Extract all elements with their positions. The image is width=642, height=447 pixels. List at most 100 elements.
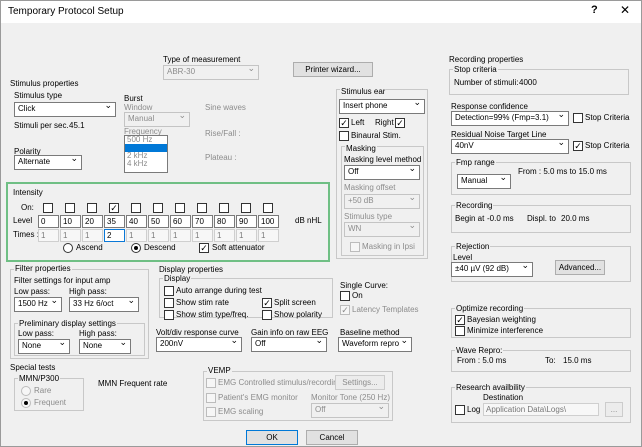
binaural-checkbox[interactable] xyxy=(339,131,349,141)
advanced-button[interactable]: Advanced... xyxy=(555,260,605,275)
emg-scaling-label: EMG scaling xyxy=(218,407,264,416)
stop-criteria-2-checkbox[interactable]: ✓ xyxy=(573,141,583,151)
display-group-label: Display properties xyxy=(159,265,224,274)
gain-info-select[interactable]: Off xyxy=(251,337,327,352)
show-stim-rate-checkbox[interactable] xyxy=(164,298,174,308)
intensity-level-field[interactable]: 90 xyxy=(236,215,257,228)
printer-wizard-button[interactable]: Printer wizard... xyxy=(293,62,373,77)
intensity-level-field[interactable]: 60 xyxy=(170,215,191,228)
intensity-times-field[interactable]: 1 xyxy=(192,229,213,242)
intensity-level-field[interactable]: 50 xyxy=(148,215,169,228)
masking-stimulus-type-select[interactable]: WN xyxy=(344,222,420,237)
show-polarity-checkbox[interactable] xyxy=(262,310,272,320)
polarity-select[interactable]: Alternate xyxy=(14,155,82,170)
destination-field[interactable]: Application Data\Logs\ xyxy=(483,403,599,416)
intensity-level-field[interactable]: 100 xyxy=(258,215,279,228)
volt-div-select[interactable]: 200nV xyxy=(156,337,242,352)
intensity-times-field[interactable]: 1 xyxy=(170,229,191,242)
recording-properties-label: Recording properties xyxy=(449,55,524,64)
vemp-off-select[interactable]: Off xyxy=(311,403,389,418)
intensity-level-field[interactable]: 20 xyxy=(82,215,103,228)
intensity-level-field[interactable]: 0 xyxy=(38,215,59,228)
ok-button[interactable]: OK xyxy=(246,430,298,445)
intensity-on-checkbox[interactable] xyxy=(219,203,229,213)
cancel-button[interactable]: Cancel xyxy=(306,430,358,445)
intensity-times-field[interactable]: 1 xyxy=(258,229,279,242)
patient-emg-checkbox[interactable] xyxy=(206,393,216,403)
right-ear-checkbox[interactable]: ✓ xyxy=(395,118,405,128)
stimulus-ear-select[interactable]: Insert phone xyxy=(339,99,425,114)
frequency-list[interactable]: 500 Hz 1 kHz 2 kHz 4 kHz xyxy=(124,135,168,173)
auto-arrange-checkbox[interactable] xyxy=(164,286,174,296)
intensity-on-checkbox[interactable] xyxy=(197,203,207,213)
latency-templates-checkbox[interactable]: ✓ xyxy=(340,305,350,315)
intensity-times-field[interactable]: 1 xyxy=(38,229,59,242)
intensity-on-checkbox[interactable] xyxy=(175,203,185,213)
intensity-on-checkbox[interactable] xyxy=(131,203,141,213)
close-icon[interactable]: ✕ xyxy=(620,3,630,17)
response-confidence-select[interactable]: Detection=99% (Fmp=3.1) xyxy=(451,111,569,126)
intensity-on-checkbox[interactable] xyxy=(153,203,163,213)
rejection-level-select[interactable]: ±40 µV (92 dB) xyxy=(451,262,533,277)
vemp-settings-button[interactable]: Settings... xyxy=(335,375,385,390)
intensity-on-checkbox[interactable]: ✓ xyxy=(109,203,119,213)
intensity-on-checkbox[interactable] xyxy=(263,203,273,213)
split-screen-checkbox[interactable]: ✓ xyxy=(262,298,272,308)
intensity-level-field[interactable]: 70 xyxy=(192,215,213,228)
rare-radio[interactable] xyxy=(21,386,31,396)
help-icon[interactable]: ? xyxy=(591,4,598,16)
num-stimuli-value[interactable]: 4000 xyxy=(519,78,537,87)
baseline-method-select[interactable]: Waveform repro xyxy=(338,337,412,352)
intensity-level-field[interactable]: 10 xyxy=(60,215,81,228)
list-item[interactable]: 4 kHz xyxy=(125,160,167,168)
prelim-low-pass-select[interactable]: None xyxy=(18,339,70,354)
masking-method-select[interactable]: Off xyxy=(344,165,420,180)
fmp-range-select[interactable]: Manual xyxy=(457,174,511,189)
intensity-on-checkbox[interactable] xyxy=(65,203,75,213)
intensity-times-field[interactable]: 1 xyxy=(60,229,81,242)
show-polarity-label: Show polarity xyxy=(274,310,323,319)
residual-noise-select[interactable]: 40nV xyxy=(451,139,569,154)
emg-scaling-checkbox[interactable] xyxy=(206,407,216,417)
intensity-on-checkbox[interactable] xyxy=(87,203,97,213)
browse-button[interactable]: ... xyxy=(605,402,623,417)
measurement-select[interactable]: ABR-30 xyxy=(163,65,259,80)
intensity-level-field[interactable]: 80 xyxy=(214,215,235,228)
prelim-high-pass-select[interactable]: None xyxy=(79,339,131,354)
bayesian-checkbox[interactable]: ✓ xyxy=(455,315,465,325)
single-curve-on-checkbox[interactable] xyxy=(340,291,350,301)
low-pass-select[interactable]: 1500 Hz xyxy=(14,297,62,312)
show-stim-type-checkbox[interactable] xyxy=(164,310,174,320)
ascend-radio[interactable] xyxy=(63,243,73,253)
masking-method-label: Masking level method xyxy=(344,155,422,164)
emg-controlled-checkbox[interactable] xyxy=(206,378,216,388)
masking-ipsi-checkbox[interactable] xyxy=(350,242,360,252)
prelim-high-pass-label: High pass: xyxy=(79,329,117,338)
frequent-radio[interactable] xyxy=(21,398,31,408)
intensity-on-checkbox[interactable] xyxy=(43,203,53,213)
intensity-on-checkbox[interactable] xyxy=(241,203,251,213)
gain-info-label: Gain info on raw EEG xyxy=(251,328,329,337)
stop-criteria-checkbox[interactable] xyxy=(573,113,583,123)
stimuli-per-sec-value[interactable]: 45.1 xyxy=(69,121,85,130)
wave-to-value[interactable]: 15.0 ms xyxy=(563,356,591,365)
descend-radio[interactable] xyxy=(131,243,141,253)
stimulus-type-select[interactable]: Click xyxy=(14,102,116,117)
intensity-times-field[interactable]: 2 xyxy=(104,229,125,242)
intensity-level-field[interactable]: 40 xyxy=(126,215,147,228)
high-pass-select[interactable]: 33 Hz 6/oct xyxy=(69,297,139,312)
intensity-times-field[interactable]: 1 xyxy=(126,229,147,242)
begin-at-value[interactable]: -0.0 ms xyxy=(487,214,514,223)
intensity-level-field[interactable]: 35 xyxy=(104,215,125,228)
left-ear-checkbox[interactable]: ✓ xyxy=(339,118,349,128)
minimize-interference-checkbox[interactable] xyxy=(455,326,465,336)
window-select[interactable]: Manual xyxy=(124,112,190,127)
intensity-times-field[interactable]: 1 xyxy=(148,229,169,242)
masking-offset-select[interactable]: +50 dB xyxy=(344,194,420,209)
intensity-times-field[interactable]: 1 xyxy=(214,229,235,242)
soft-attenuator-checkbox[interactable]: ✓ xyxy=(199,243,209,253)
intensity-times-field[interactable]: 1 xyxy=(236,229,257,242)
log-checkbox[interactable] xyxy=(455,405,465,415)
intensity-times-field[interactable]: 1 xyxy=(82,229,103,242)
displ-to-value[interactable]: 20.0 ms xyxy=(561,214,589,223)
